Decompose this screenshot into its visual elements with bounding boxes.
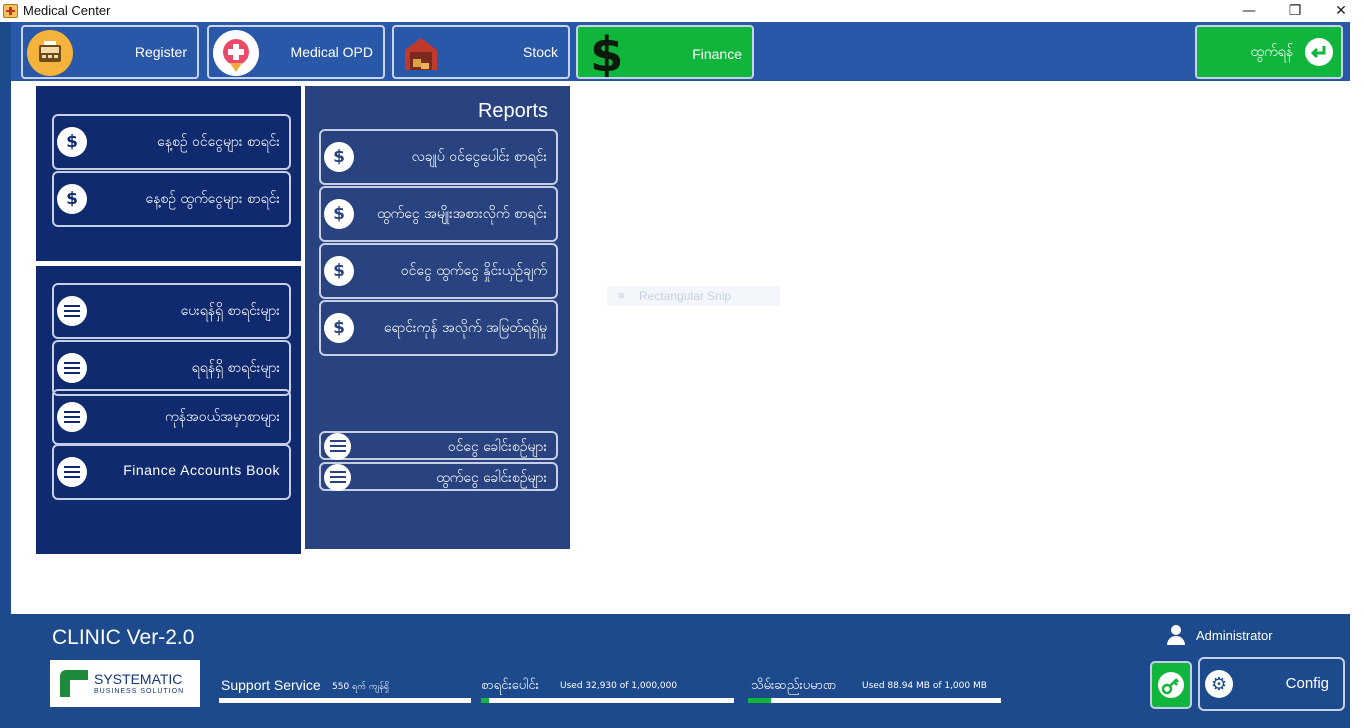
dollar-icon: $	[324, 142, 354, 172]
report-label: လချုပ် ဝင်ငွေပေါင်း စာရင်း	[411, 149, 547, 165]
list-icon	[57, 353, 87, 383]
logo-tagline: BUSINESS SOLUTION	[94, 688, 185, 695]
dollar-icon: $	[57, 184, 87, 214]
menu-label: Finance Accounts Book	[123, 462, 280, 478]
enter-icon	[1305, 38, 1333, 66]
records-progress-bar	[481, 698, 734, 703]
title-bar: Medical Center — ❐ ✕	[0, 0, 1364, 22]
payables-list-button[interactable]: ပေးရန်ရှိ စာရင်းများ	[52, 283, 291, 339]
finance-label: Finance	[692, 46, 742, 62]
register-icon	[27, 30, 73, 76]
window-title: Medical Center	[23, 3, 111, 18]
stock-label: Stock	[522, 44, 558, 60]
config-button[interactable]: ⚙ Config	[1198, 657, 1345, 711]
logo-mark-icon	[60, 670, 88, 697]
list-icon	[324, 464, 351, 491]
medical-opd-label: Medical OPD	[290, 44, 373, 60]
records-label: စာရင်းပေါင်း	[481, 678, 539, 693]
list-icon	[57, 457, 87, 487]
income-expense-comparison-button[interactable]: $ ဝင်ငွေ ထွက်ငွေ နှိုင်းယှဉ်ချက်	[319, 243, 558, 299]
medical-app-icon	[3, 4, 18, 18]
medical-cross-icon	[213, 30, 259, 76]
list-icon	[57, 296, 87, 326]
list-icon	[324, 433, 351, 460]
records-value: Used 32,930 of 1,000,000	[560, 681, 678, 691]
app-version: CLINIC Ver-2.0	[52, 626, 195, 649]
dollar-icon: $	[324, 313, 354, 343]
reports-panel: Reports $ လချုပ် ဝင်ငွေပေါင်း စာရင်း $ ထ…	[305, 86, 570, 549]
user-name: Administrator	[1196, 628, 1273, 643]
exit-button[interactable]: ထွက်ရန်	[1195, 25, 1343, 79]
register-button[interactable]: Register	[21, 25, 199, 79]
profit-by-product-button[interactable]: $ ရောင်းကုန် အလိုက် အမြတ်ရရှိမှု	[319, 300, 558, 356]
status-footer: CLINIC Ver-2.0 SYSTEMATIC BUSINESS SOLUT…	[11, 614, 1350, 728]
close-button[interactable]: ✕	[1318, 0, 1364, 22]
frame-edge	[0, 22, 11, 728]
user-icon	[1165, 624, 1187, 646]
logo-name: SYSTEMATIC	[94, 671, 183, 687]
warehouse-icon	[398, 30, 444, 76]
menu-label: နေ့စဉ် ထွက်ငွေများ စာရင်း	[145, 191, 280, 207]
menu-label: ပေးရန်ရှိ စာရင်းများ	[180, 303, 280, 319]
finance-button[interactable]: $ Finance	[576, 25, 754, 83]
menu-label: နေ့စဉ် ဝင်ငွေများ စာရင်း	[157, 134, 280, 150]
company-logo: SYSTEMATIC BUSINESS SOLUTION	[50, 660, 200, 707]
register-label: Register	[134, 44, 187, 60]
snip-popup: Rectangular Snip	[607, 286, 780, 306]
dollar-icon: $	[57, 127, 87, 157]
support-progress-fill	[219, 698, 471, 703]
head-label: ထွက်ငွေ ခေါင်းစဉ်များ	[436, 470, 547, 486]
support-progress-bar	[219, 698, 471, 703]
menu-label: ရရန်ရှိ စာရင်းများ	[191, 360, 280, 376]
change-password-button[interactable]	[1150, 661, 1192, 709]
svg-text:$: $	[590, 27, 623, 77]
expense-by-category-report-button[interactable]: $ ထွက်ငွေ အမျိုးအစားလိုက် စာရင်း	[319, 186, 558, 242]
config-label: Config	[1285, 675, 1329, 692]
daily-cash-panel: $ နေ့စဉ် ဝင်ငွေများ စာရင်း $ နေ့စဉ် ထွက်…	[36, 86, 301, 261]
dollar-icon: $	[324, 199, 354, 229]
dollar-icon: $	[324, 256, 354, 286]
storage-label: သိမ်းဆည်းပမာဏ	[751, 678, 837, 693]
report-label: ထွက်ငွေ အမျိုးအစားလိုက် စာရင်း	[377, 206, 547, 222]
top-toolbar: Register Medical OPD Stock $ Finance ထွက…	[11, 22, 1350, 83]
list-icon	[57, 402, 87, 432]
reports-title: Reports	[477, 100, 548, 122]
storage-progress-fill	[748, 698, 771, 703]
support-label: Support Service	[221, 677, 321, 693]
support-value: 550 ရက် ကျန်ရှိ	[332, 682, 389, 692]
income-heads-button[interactable]: ဝင်ငွေ ခေါင်းစဉ်များ	[319, 431, 558, 460]
medical-opd-button[interactable]: Medical OPD	[207, 25, 385, 79]
head-label: ဝင်ငွေ ခေါင်းစဉ်များ	[447, 439, 547, 455]
storage-progress-bar	[748, 698, 1001, 703]
stock-button[interactable]: Stock	[392, 25, 570, 79]
dollar-sign-icon: $	[584, 27, 624, 83]
storage-value: Used 88.94 MB of 1,000 MB	[862, 681, 987, 691]
expense-heads-button[interactable]: ထွက်ငွေ ခေါင်းစဉ်များ	[319, 462, 558, 491]
records-progress-fill	[481, 698, 490, 703]
receivables-list-button[interactable]: ရရန်ရှိ စာရင်းများ	[52, 340, 291, 396]
monthly-income-report-button[interactable]: $ လချုပ် ဝင်ငွေပေါင်း စာရင်း	[319, 129, 558, 185]
report-label: ဝင်ငွေ ထွက်ငွေ နှိုင်းယှဉ်ချက်	[400, 263, 547, 279]
minimize-button[interactable]: —	[1226, 0, 1272, 22]
accounts-panel: ပေးရန်ရှိ စာရင်းများ ရရန်ရှိ စာရင်းများ …	[36, 266, 301, 554]
key-icon	[1158, 672, 1184, 698]
report-label: ရောင်းကုန် အလိုက် အမြတ်ရရှိမှု	[383, 320, 547, 336]
daily-expense-list-button[interactable]: $ နေ့စဉ် ထွက်ငွေများ စာရင်း	[52, 171, 291, 227]
finance-accounts-book-button[interactable]: Finance Accounts Book	[52, 444, 291, 500]
gear-icon: ⚙	[1205, 670, 1233, 698]
restore-button[interactable]: ❐	[1272, 0, 1318, 22]
purchase-orders-button[interactable]: ကုန်အဝယ်အမှာစာများ	[52, 389, 291, 445]
exit-label: ထွက်ရန်	[1250, 44, 1293, 60]
daily-income-list-button[interactable]: $ နေ့စဉ် ဝင်ငွေများ စာရင်း	[52, 114, 291, 170]
menu-label: ကုန်အဝယ်အမှာစာများ	[164, 409, 280, 425]
